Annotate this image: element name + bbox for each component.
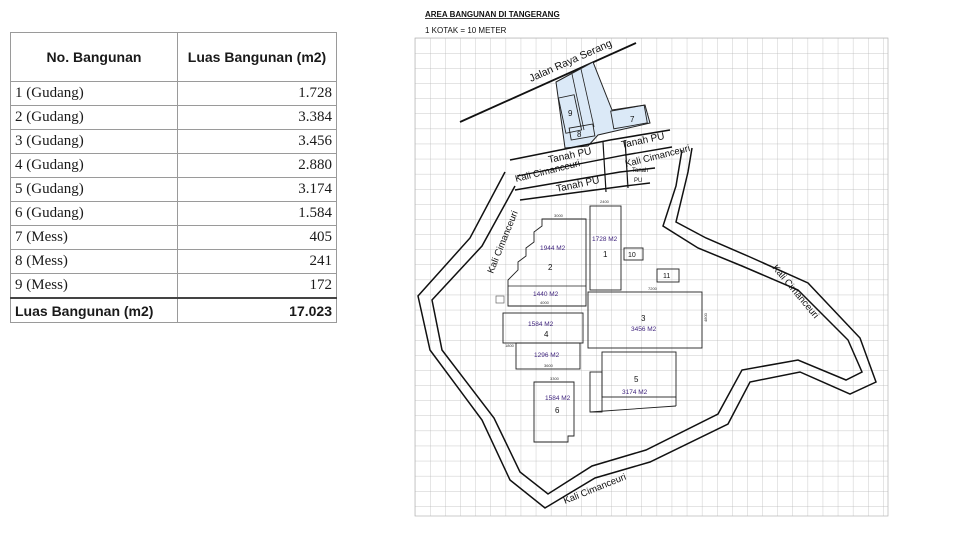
map-scale: 1 KOTAK = 10 METER — [425, 26, 507, 35]
area-bldg-1: 1728 M2 — [592, 236, 618, 243]
area-bldg-6: 1584 M2 — [545, 395, 571, 402]
label-bldg-3: 3 — [641, 314, 646, 323]
dim-label: 4800 — [703, 312, 708, 322]
label-bldg-11: 11 — [663, 273, 670, 280]
area-bldg-4b: 1296 M2 — [534, 352, 560, 359]
label-bldg-9: 9 — [568, 109, 573, 118]
area-bldg-3: 3456 M2 — [631, 326, 657, 333]
label-bldg-7: 7 — [630, 115, 635, 124]
label-bldg-4: 4 — [544, 330, 549, 339]
area-bldg-2a: 1944 M2 — [540, 245, 566, 252]
dim-label: 3300 — [550, 376, 560, 381]
label-bldg-10: 10 — [628, 252, 636, 259]
tanah-small-label-pu: PU — [634, 178, 642, 184]
label-bldg-5: 5 — [634, 375, 639, 384]
dim-label: 3600 — [544, 363, 554, 368]
area-bldg-5: 3174 M2 — [622, 389, 648, 396]
label-bldg-8: 8 — [577, 130, 582, 139]
dim-label: 2400 — [600, 199, 610, 204]
area-bldg-4a: 1584 M2 — [528, 321, 554, 328]
label-bldg-1: 1 — [603, 250, 608, 259]
label-bldg-6: 6 — [555, 406, 560, 415]
dim-label: 1800 — [505, 343, 515, 348]
dim-label: 4000 — [540, 300, 550, 305]
dim-label: 7200 — [648, 286, 658, 291]
map-title: AREA BANGUNAN DI TANGERANG — [425, 10, 560, 19]
area-bldg-2b: 1440 M2 — [533, 291, 559, 298]
label-bldg-2: 2 — [548, 263, 553, 272]
site-map: AREA BANGUNAN DI TANGERANG 1 KOTAK = 10 … — [414, 10, 889, 517]
dim-label: 3000 — [554, 213, 564, 218]
tanah-small-label: Tanah — [632, 168, 648, 174]
